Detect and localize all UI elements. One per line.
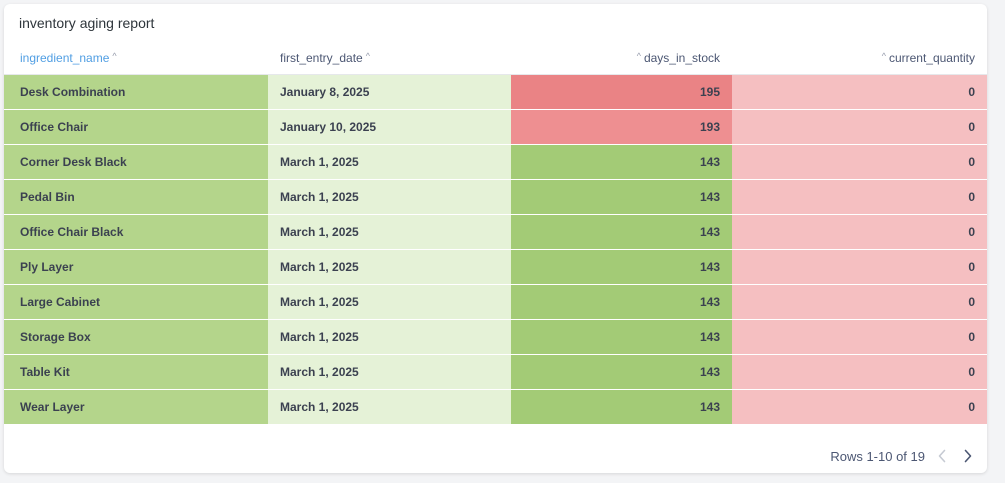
cell-days-in-stock: 143 xyxy=(511,320,732,354)
cell-first-entry-date: January 8, 2025 xyxy=(268,75,511,109)
table-row: Ply Layer March 1, 2025 143 0 xyxy=(4,250,987,285)
table-row: Office Chair January 10, 2025 193 0 xyxy=(4,110,987,145)
column-label: days_in_stock xyxy=(643,51,720,65)
cell-current-quantity: 0 xyxy=(732,75,987,109)
cell-ingredient-name[interactable]: Corner Desk Black xyxy=(4,145,268,179)
inventory-aging-card: inventory aging report ingredient_name ^… xyxy=(4,4,987,473)
cell-ingredient-name[interactable]: Table Kit xyxy=(4,355,268,389)
table-row: Desk Combination January 8, 2025 195 0 xyxy=(4,75,987,110)
cell-ingredient-name[interactable]: Office Chair Black xyxy=(4,215,268,249)
column-header-days-in-stock[interactable]: ^ days_in_stock xyxy=(511,42,732,74)
table-row: Wear Layer March 1, 2025 143 0 xyxy=(4,390,987,424)
cell-first-entry-date: March 1, 2025 xyxy=(268,180,511,214)
cell-current-quantity: 0 xyxy=(732,355,987,389)
column-label: current_quantity xyxy=(888,51,975,65)
column-label: ingredient_name xyxy=(20,51,110,65)
card-title: inventory aging report xyxy=(19,15,155,31)
table-row: Large Cabinet March 1, 2025 143 0 xyxy=(4,285,987,320)
cell-current-quantity: 0 xyxy=(732,285,987,319)
rows-count-text: Rows 1-10 of 19 xyxy=(830,448,925,464)
chevron-up-icon: ^ xyxy=(636,50,641,61)
cell-first-entry-date: March 1, 2025 xyxy=(268,215,511,249)
cell-days-in-stock: 143 xyxy=(511,145,732,179)
cell-days-in-stock: 143 xyxy=(511,180,732,214)
cell-days-in-stock: 143 xyxy=(511,390,732,424)
cell-current-quantity: 0 xyxy=(732,180,987,214)
table-row: Table Kit March 1, 2025 143 0 xyxy=(4,355,987,390)
cell-first-entry-date: March 1, 2025 xyxy=(268,390,511,424)
cell-first-entry-date: March 1, 2025 xyxy=(268,145,511,179)
cell-current-quantity: 0 xyxy=(732,110,987,144)
next-page-button[interactable] xyxy=(959,447,977,465)
cell-current-quantity: 0 xyxy=(732,390,987,424)
cell-ingredient-name[interactable]: Large Cabinet xyxy=(4,285,268,319)
cell-days-in-stock: 195 xyxy=(511,75,732,109)
table-header: ingredient_name ^ first_entry_date ^ ^ d… xyxy=(4,42,987,75)
column-header-ingredient-name[interactable]: ingredient_name ^ xyxy=(4,42,268,74)
cell-ingredient-name[interactable]: Wear Layer xyxy=(4,390,268,424)
cell-first-entry-date: March 1, 2025 xyxy=(268,355,511,389)
cell-first-entry-date: March 1, 2025 xyxy=(268,250,511,284)
table-body: Desk Combination January 8, 2025 195 0 Offic… xyxy=(4,75,987,424)
cell-current-quantity: 0 xyxy=(732,145,987,179)
chevron-up-icon: ^ xyxy=(112,50,117,61)
cell-days-in-stock: 143 xyxy=(511,215,732,249)
table-row: Pedal Bin March 1, 2025 143 0 xyxy=(4,180,987,215)
table-row: Corner Desk Black March 1, 2025 143 0 xyxy=(4,145,987,180)
pagination: Rows 1-10 of 19 xyxy=(830,447,977,465)
cell-ingredient-name[interactable]: Ply Layer xyxy=(4,250,268,284)
chevron-left-icon xyxy=(938,449,946,463)
cell-first-entry-date: March 1, 2025 xyxy=(268,320,511,354)
cell-ingredient-name[interactable]: Storage Box xyxy=(4,320,268,354)
cell-current-quantity: 0 xyxy=(732,320,987,354)
table-row: Office Chair Black March 1, 2025 143 0 xyxy=(4,215,987,250)
previous-page-button[interactable] xyxy=(933,447,951,465)
table-row: Storage Box March 1, 2025 143 0 xyxy=(4,320,987,355)
chevron-right-icon xyxy=(964,449,972,463)
cell-first-entry-date: March 1, 2025 xyxy=(268,285,511,319)
chevron-up-icon: ^ xyxy=(365,50,370,61)
cell-ingredient-name[interactable]: Pedal Bin xyxy=(4,180,268,214)
column-label: first_entry_date xyxy=(280,51,363,65)
cell-days-in-stock: 143 xyxy=(511,285,732,319)
column-header-current-quantity[interactable]: ^ current_quantity xyxy=(732,42,987,74)
cell-ingredient-name[interactable]: Office Chair xyxy=(4,110,268,144)
cell-days-in-stock: 193 xyxy=(511,110,732,144)
column-header-first-entry-date[interactable]: first_entry_date ^ xyxy=(268,42,511,74)
cell-ingredient-name[interactable]: Desk Combination xyxy=(4,75,268,109)
chevron-up-icon: ^ xyxy=(881,50,886,61)
cell-first-entry-date: January 10, 2025 xyxy=(268,110,511,144)
cell-days-in-stock: 143 xyxy=(511,250,732,284)
cell-current-quantity: 0 xyxy=(732,215,987,249)
cell-current-quantity: 0 xyxy=(732,250,987,284)
cell-days-in-stock: 143 xyxy=(511,355,732,389)
